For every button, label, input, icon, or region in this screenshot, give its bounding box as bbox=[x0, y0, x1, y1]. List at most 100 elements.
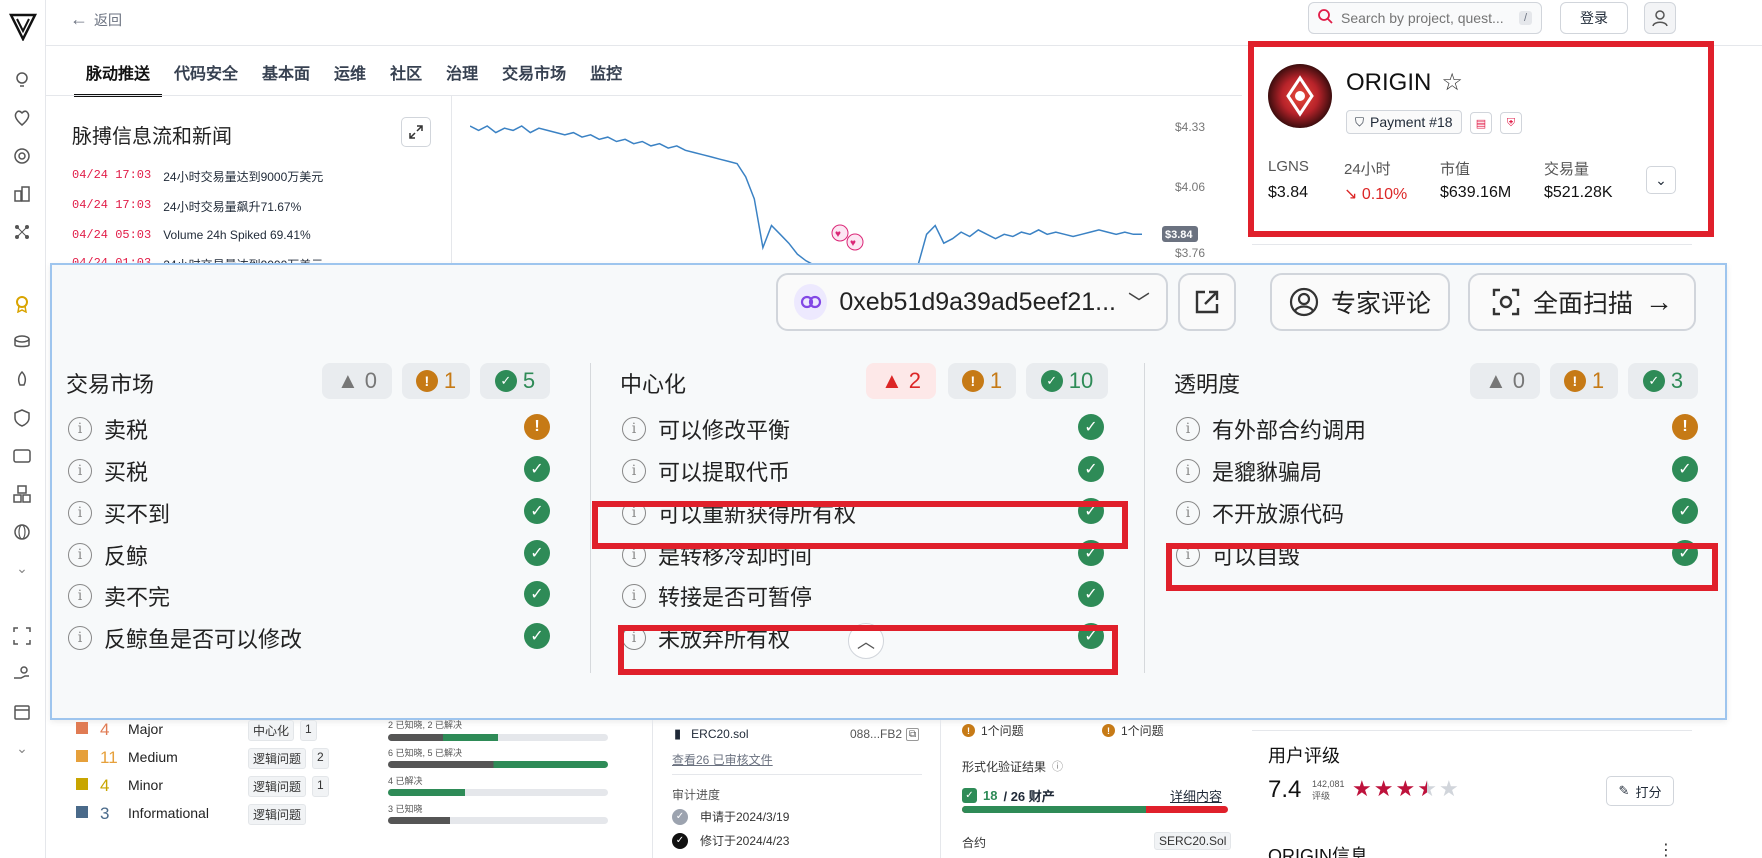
star-icon[interactable]: ★ bbox=[1417, 778, 1437, 800]
news-item[interactable]: 04/24 17:03 24小时交易量飙升71.67% bbox=[72, 198, 301, 215]
polygon-icon bbox=[794, 284, 828, 320]
open-external-button[interactable] bbox=[1178, 273, 1236, 331]
finding-note: 2 已知晓, 2 已解决 bbox=[388, 720, 463, 730]
contract-name[interactable]: SERC20.Sol bbox=[1154, 832, 1232, 850]
shield-icon[interactable] bbox=[11, 407, 33, 429]
severity-count: 11 bbox=[100, 748, 118, 767]
warning-icon: ! bbox=[1672, 414, 1698, 440]
contract-address-select[interactable]: 0xeb51d9a39ad5eef21... ﹀ bbox=[776, 273, 1168, 331]
tab-fundamentals[interactable]: 基本面 bbox=[250, 58, 322, 97]
risk-row[interactable]: i 买税 bbox=[68, 455, 148, 487]
copy-icon[interactable]: ⧉ bbox=[906, 727, 920, 741]
check-icon: ✓ bbox=[494, 370, 517, 392]
risk-row[interactable]: i 可以修改平衡 bbox=[622, 413, 790, 445]
full-scan-button[interactable]: 全面扫描 → bbox=[1468, 273, 1696, 331]
svg-text:♥: ♥ bbox=[850, 238, 856, 249]
cubes-icon[interactable] bbox=[11, 483, 33, 505]
finding-tag[interactable]: 逻辑问题 2 bbox=[248, 748, 329, 769]
star-icon[interactable]: ★ bbox=[1374, 778, 1394, 800]
section-title: 交易市场 bbox=[66, 372, 155, 397]
tab-governance[interactable]: 治理 bbox=[434, 58, 490, 97]
finding-note: 3 已知晓 bbox=[388, 804, 423, 814]
risk-label: 可以修改平衡 bbox=[658, 418, 791, 443]
finding-tag[interactable]: 中心化 1 bbox=[248, 720, 317, 741]
news-item[interactable]: 04/24 05:03 Volume 24h Spiked 69.41% bbox=[72, 228, 311, 242]
coins-icon[interactable] bbox=[11, 331, 33, 353]
contract-label: 合约 bbox=[962, 836, 987, 850]
finding-note: 6 已知晓, 5 已解决 bbox=[388, 748, 463, 758]
finding-tag[interactable]: 逻辑问题 1 bbox=[248, 776, 329, 797]
rocket-icon[interactable] bbox=[11, 369, 33, 391]
risk-row[interactable]: i 反鲸鱼是否可以修改 bbox=[68, 622, 302, 654]
view-audited-files-link[interactable]: 查看26 已审核文件 bbox=[672, 751, 773, 768]
back-link[interactable]: ← 返回 bbox=[70, 9, 122, 30]
audit-file-row[interactable]: ▮ ERC20.sol bbox=[674, 726, 749, 742]
user-icon bbox=[1652, 10, 1668, 27]
audit-step: ✓ 申请于2024/3/19 bbox=[672, 808, 789, 825]
logo-icon[interactable] bbox=[7, 10, 39, 42]
user-circle-icon bbox=[1289, 287, 1319, 317]
event-marker[interactable]: ♥ bbox=[846, 233, 864, 251]
star-icon[interactable]: ★ bbox=[1395, 778, 1415, 800]
check-icon: ✓ bbox=[1078, 581, 1104, 607]
risk-row[interactable]: i 反鲸 bbox=[68, 539, 148, 571]
column-divider bbox=[1144, 363, 1145, 673]
tab-market[interactable]: 交易市场 bbox=[490, 58, 578, 97]
risk-row[interactable]: i 卖不完 bbox=[68, 580, 170, 612]
login-button[interactable]: 登录 bbox=[1560, 2, 1628, 34]
search-input[interactable] bbox=[1341, 10, 1511, 26]
risk-row[interactable]: i 卖税 bbox=[68, 413, 148, 445]
ok-count-badge: ✓ 5 bbox=[480, 363, 550, 399]
rating-stars[interactable]: ★ ★ ★ ★ ★ bbox=[1352, 778, 1459, 800]
rate-button[interactable]: ✎ 打分 bbox=[1606, 776, 1674, 806]
tab-pulse[interactable]: 脉动推送 bbox=[74, 58, 163, 97]
event-marker[interactable]: ♥ bbox=[831, 224, 849, 242]
risk-row[interactable]: i 是貔貅骗局 bbox=[1176, 455, 1322, 487]
tab-monitoring[interactable]: 监控 bbox=[578, 58, 634, 97]
severity-swatch bbox=[76, 806, 88, 818]
risk-row[interactable]: i 有外部合约调用 bbox=[1176, 413, 1366, 445]
formal-detail-link[interactable]: 详细内容 bbox=[1170, 786, 1222, 805]
ok-count: 10 bbox=[1068, 368, 1094, 393]
globe-icon[interactable] bbox=[11, 521, 33, 543]
current-price-label: $3.84 bbox=[1165, 229, 1193, 241]
star-icon[interactable]: ★ bbox=[1352, 778, 1372, 800]
award-icon[interactable] bbox=[11, 293, 33, 315]
buildings-icon[interactable] bbox=[11, 183, 33, 205]
finding-tag[interactable]: 逻辑问题 bbox=[248, 804, 307, 825]
risk-label: 转接是否可暂停 bbox=[658, 585, 813, 610]
chevron-down-icon[interactable]: ⌄ bbox=[11, 557, 33, 579]
tab-code-security[interactable]: 代码安全 bbox=[162, 58, 250, 97]
finding-bar bbox=[388, 734, 608, 741]
tab-operations[interactable]: 运维 bbox=[322, 58, 378, 97]
hand-coin-icon[interactable] bbox=[11, 663, 33, 685]
target-icon[interactable] bbox=[11, 145, 33, 167]
risk-row[interactable]: i 可以提取代币 bbox=[622, 455, 790, 487]
audit-step: ✓ 修订于2024/4/23 bbox=[672, 832, 789, 849]
file-hash[interactable]: 088...FB2 ⧉ bbox=[850, 727, 920, 741]
danger-count: 0 bbox=[1512, 368, 1526, 393]
risk-row[interactable]: i 买不到 bbox=[68, 497, 170, 529]
news-item[interactable]: 04/24 17:03 24小时交易量达到9000万美元 bbox=[72, 168, 323, 185]
expand-button[interactable] bbox=[401, 117, 431, 147]
risk-label: 不开放源代码 bbox=[1212, 502, 1345, 527]
star-icon[interactable]: ★ bbox=[1439, 778, 1459, 800]
lightbulb-icon[interactable] bbox=[11, 69, 33, 91]
warn-count-badge: ! 1 bbox=[1550, 363, 1618, 399]
tag-label: 逻辑问题 bbox=[248, 804, 307, 825]
more-options-icon[interactable]: ⋮ bbox=[1658, 840, 1674, 858]
chevron-down-icon[interactable]: ⌄ bbox=[11, 737, 33, 759]
risk-row[interactable]: i 不开放源代码 bbox=[1176, 497, 1344, 529]
calendar-icon[interactable] bbox=[11, 701, 33, 723]
scan-icon[interactable] bbox=[11, 625, 33, 647]
search-box[interactable]: / bbox=[1308, 2, 1542, 34]
heartbeat-icon[interactable] bbox=[11, 107, 33, 129]
expert-review-button[interactable]: 专家评论 bbox=[1270, 273, 1450, 331]
tab-community[interactable]: 社区 bbox=[378, 58, 434, 97]
info-icon[interactable]: ⓘ bbox=[1052, 758, 1063, 775]
user-avatar-button[interactable] bbox=[1644, 2, 1676, 34]
tag-count: 1 bbox=[312, 776, 329, 797]
network-icon[interactable] bbox=[11, 221, 33, 243]
id-card-icon[interactable] bbox=[11, 445, 33, 467]
risk-row[interactable]: i 转接是否可暂停 bbox=[622, 580, 812, 612]
